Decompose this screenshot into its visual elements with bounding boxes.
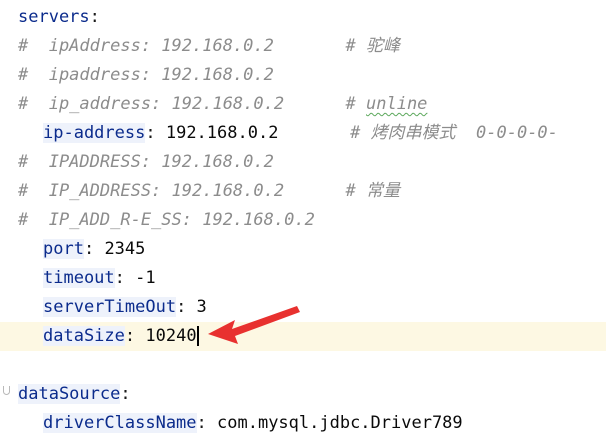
- yaml-comment: 驼峰: [366, 36, 400, 56]
- yaml-value: 192.168.0.2: [165, 123, 279, 143]
- yaml-colon: :: [114, 268, 136, 288]
- comment-line[interactable]: # ipaddress: 192.168.0.2: [0, 61, 606, 90]
- comment-line[interactable]: # IPADDRESS: 192.168.0.2: [0, 148, 606, 177]
- yaml-comment: 常量: [366, 181, 400, 201]
- yaml-key: port: [43, 239, 84, 259]
- comment-line[interactable]: # ip_address: 192.168.0.2 # unline: [0, 90, 606, 119]
- yaml-comment: # IP_ADDRESS: 192.168.0.2 #: [18, 181, 366, 201]
- code-line[interactable]: dataSource:: [0, 380, 606, 409]
- comment-line[interactable]: # IP_ADDRESS: 192.168.0.2 # 常量: [0, 177, 606, 206]
- yaml-key: driverClassName: [43, 413, 197, 433]
- yaml-value: -1: [135, 268, 156, 288]
- yaml-key: timeout: [43, 268, 115, 288]
- yaml-key: dataSource: [18, 384, 121, 404]
- yaml-comment: # ip_address: 192.168.0.2 #: [18, 94, 366, 114]
- yaml-comment: # IP_ADD_R-E_SS: 192.168.0.2: [18, 210, 315, 230]
- yaml-colon: :: [196, 413, 218, 433]
- yaml-comment: # IPADDRESS: 192.168.0.2: [18, 152, 274, 172]
- yaml-comment: # ipAddress: 192.168.0.2 #: [18, 36, 366, 56]
- blank-line[interactable]: [0, 351, 606, 380]
- code-line[interactable]: timeout: -1: [0, 264, 606, 293]
- yaml-comment: # 烤肉串模式 0-0-0-0-: [278, 123, 558, 143]
- yaml-colon: :: [124, 326, 146, 346]
- yaml-colon: :: [145, 123, 166, 143]
- yaml-key: servers: [18, 7, 90, 27]
- yaml-colon: :: [176, 297, 197, 317]
- yaml-key: serverTimeOut: [43, 297, 177, 317]
- code-line[interactable]: driverClassName: com.mysql.jdbc.Driver78…: [0, 409, 606, 438]
- yaml-key: ip-address: [43, 123, 146, 143]
- code-line[interactable]: port: 2345: [0, 235, 606, 264]
- code-line[interactable]: servers:: [0, 3, 606, 32]
- yaml-key: dataSize: [43, 326, 125, 346]
- yaml-colon: :: [89, 7, 100, 27]
- code-line[interactable]: ip-address: 192.168.0.2 # 烤肉串模式 0-0-0-0-: [0, 119, 606, 148]
- comment-line[interactable]: # IP_ADD_R-E_SS: 192.168.0.2: [0, 206, 606, 235]
- yaml-colon: :: [83, 239, 105, 259]
- annotation-arrow-icon: [208, 306, 300, 344]
- yaml-value: 10240: [145, 326, 197, 346]
- yaml-colon: :: [120, 384, 131, 404]
- code-editor[interactable]: servers: # ipAddress: 192.168.0.2 # 驼峰 # i…: [0, 0, 606, 444]
- yaml-value: 2345: [104, 239, 146, 259]
- yaml-comment: unline: [366, 94, 428, 114]
- yaml-value: com.mysql.jdbc.Driver789: [217, 413, 463, 433]
- comment-line[interactable]: # ipAddress: 192.168.0.2 # 驼峰: [0, 32, 606, 61]
- yaml-comment: # ipaddress: 192.168.0.2: [18, 65, 274, 85]
- text-caret-icon: [196, 326, 199, 346]
